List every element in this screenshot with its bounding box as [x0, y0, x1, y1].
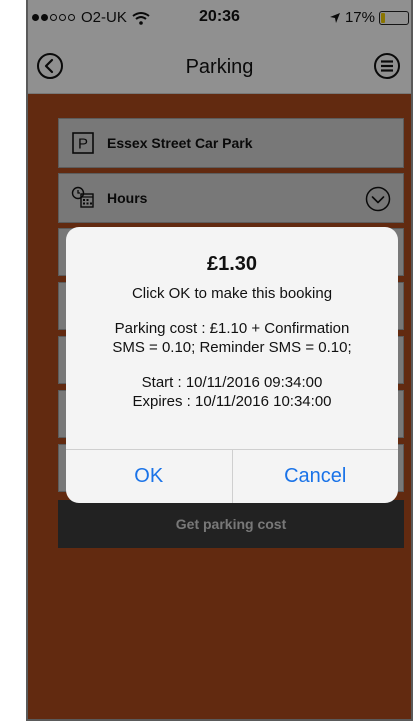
alert-button-bar: OK Cancel [66, 449, 398, 503]
cancel-button[interactable]: Cancel [231, 450, 399, 503]
alert-instruction: Click OK to make this booking [131, 285, 333, 302]
alert-title: £1.30 [206, 253, 258, 275]
booking-alert-dialog: £1.30 Click OK to make this booking Park… [66, 227, 398, 503]
phone-screen: O2-UK 20:36 17% Parking P Essex Street C… [26, 0, 413, 721]
alert-expiry-time: Expires : 10/11/2016 10:34:00 [132, 393, 332, 410]
ok-button[interactable]: OK [66, 450, 232, 503]
alert-cost-line-1: Parking cost : £1.10 + Confirmation [114, 320, 350, 337]
alert-message: Click OK to make this booking Parking co… [66, 284, 398, 411]
page: O2-UK 20:36 17% Parking P Essex Street C… [0, 0, 413, 721]
alert-start-time: Start : 10/11/2016 09:34:00 [141, 374, 323, 391]
alert-cost-line-2: SMS = 0.10; Reminder SMS = 0.10; [112, 339, 352, 356]
